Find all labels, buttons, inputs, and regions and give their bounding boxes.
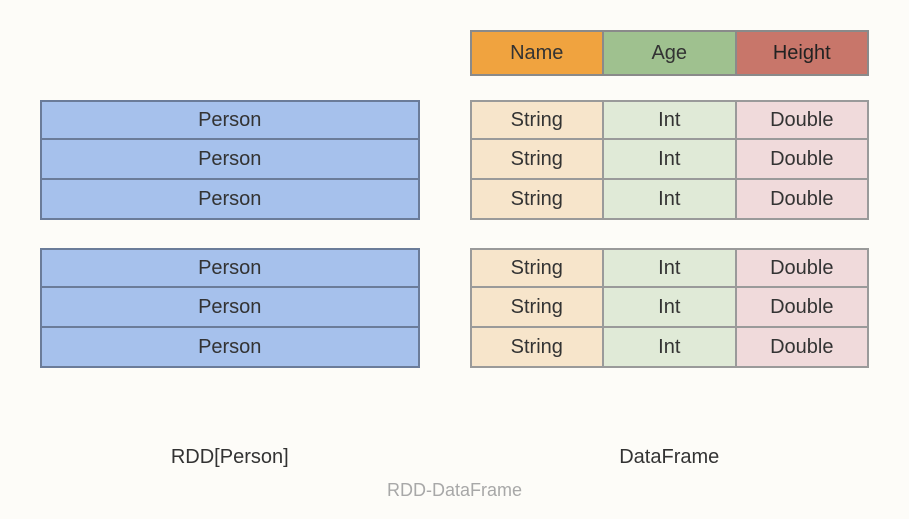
dataframe-row: String Int Double bbox=[470, 100, 869, 140]
rdd-row: Person bbox=[40, 248, 420, 288]
rdd-row: Person bbox=[40, 100, 420, 140]
dataframe-row: String Int Double bbox=[470, 180, 869, 220]
cell-height: Double bbox=[737, 140, 870, 180]
rdd-header-spacer bbox=[40, 30, 420, 100]
cell-height: Double bbox=[737, 100, 870, 140]
cell-name: String bbox=[470, 100, 605, 140]
dataframe-header-row: Name Age Height bbox=[470, 30, 869, 76]
cell-age: Int bbox=[604, 100, 737, 140]
rdd-block-1: Person Person Person bbox=[40, 100, 420, 220]
cell-name: String bbox=[470, 248, 605, 288]
dataframe-row: String Int Double bbox=[470, 248, 869, 288]
rdd-row: Person bbox=[40, 180, 420, 220]
cell-name: String bbox=[470, 180, 605, 220]
cell-age: Int bbox=[604, 248, 737, 288]
cell-age: Int bbox=[604, 288, 737, 328]
rdd-block-2: Person Person Person bbox=[40, 248, 420, 368]
rdd-row: Person bbox=[40, 140, 420, 180]
dataframe-block-2: String Int Double String Int Double Stri… bbox=[470, 248, 869, 368]
cell-age: Int bbox=[604, 180, 737, 220]
cell-height: Double bbox=[737, 248, 870, 288]
cell-age: Int bbox=[604, 140, 737, 180]
figure-footer: RDD-DataFrame bbox=[0, 480, 909, 501]
header-height: Height bbox=[737, 30, 870, 76]
cell-height: Double bbox=[737, 180, 870, 220]
dataframe-caption: DataFrame bbox=[470, 446, 869, 469]
rdd-column: Person Person Person Person Person Perso… bbox=[40, 30, 420, 469]
rdd-row: Person bbox=[40, 288, 420, 328]
header-age: Age bbox=[604, 30, 737, 76]
dataframe-row: String Int Double bbox=[470, 328, 869, 368]
dataframe-row: String Int Double bbox=[470, 288, 869, 328]
rdd-row: Person bbox=[40, 328, 420, 368]
header-name: Name bbox=[470, 30, 605, 76]
cell-name: String bbox=[470, 140, 605, 180]
rdd-caption: RDD[Person] bbox=[40, 446, 420, 469]
cell-height: Double bbox=[737, 288, 870, 328]
cell-name: String bbox=[470, 328, 605, 368]
cell-age: Int bbox=[604, 328, 737, 368]
diagram-container: Person Person Person Person Person Perso… bbox=[40, 30, 869, 469]
dataframe-block-1: String Int Double String Int Double Stri… bbox=[470, 100, 869, 220]
cell-height: Double bbox=[737, 328, 870, 368]
dataframe-row: String Int Double bbox=[470, 140, 869, 180]
dataframe-column: Name Age Height String Int Double String… bbox=[470, 30, 869, 469]
cell-name: String bbox=[470, 288, 605, 328]
